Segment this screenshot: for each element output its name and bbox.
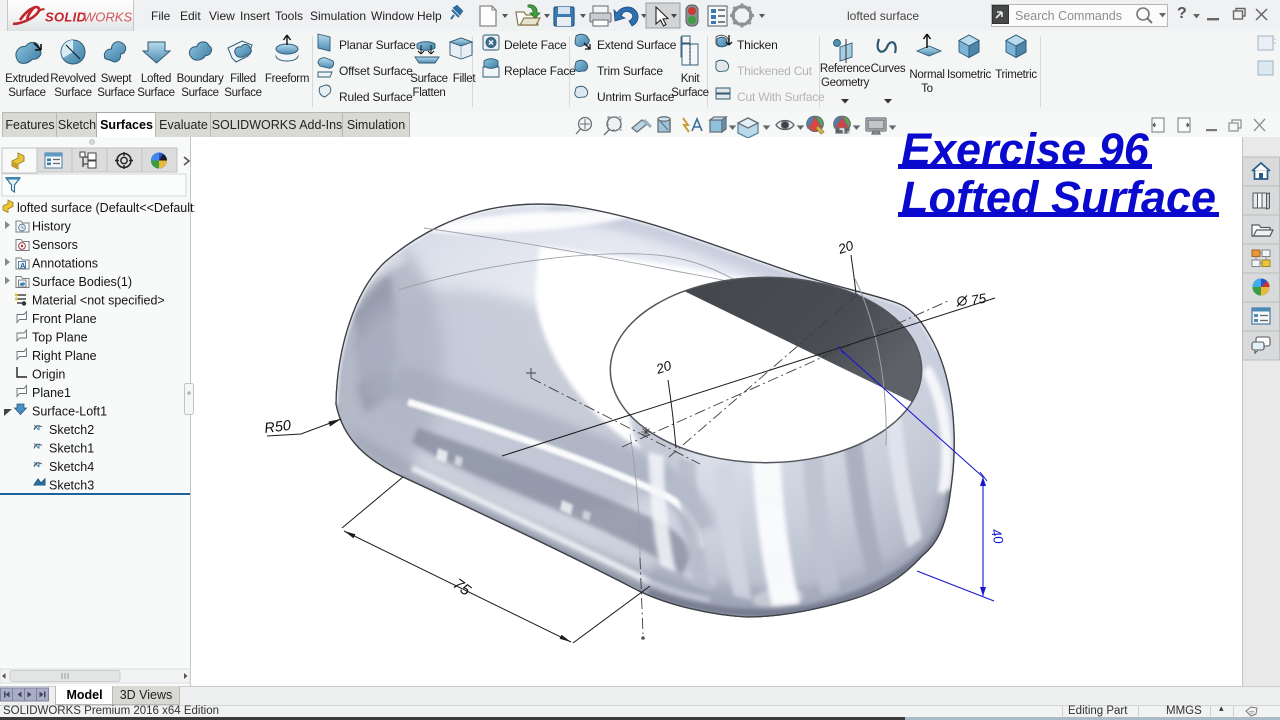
svg-text:Flatten: Flatten — [412, 87, 445, 99]
svg-text:Sketch2: Sketch2 — [49, 423, 94, 437]
svg-text:Surface: Surface — [410, 73, 448, 85]
svg-text:Geometry: Geometry — [821, 77, 870, 89]
svg-text:Surface: Surface — [224, 87, 262, 99]
svg-text:Sensors: Sensors — [32, 238, 78, 252]
svg-text:Front Plane: Front Plane — [32, 312, 97, 326]
svg-text:Extend Surface: Extend Surface — [597, 38, 677, 52]
svg-text:Trimetric: Trimetric — [995, 69, 1037, 81]
svg-text:Trim Surface: Trim Surface — [597, 64, 663, 78]
svg-text:Normal: Normal — [909, 69, 944, 81]
svg-text:A: A — [20, 261, 26, 270]
svg-text:Revolved: Revolved — [50, 73, 96, 85]
svg-text:Filled: Filled — [230, 73, 256, 85]
svg-text:Top Plane: Top Plane — [32, 331, 88, 345]
svg-text:Boundary: Boundary — [177, 73, 224, 85]
svg-text:Thicken: Thicken — [737, 38, 778, 52]
svg-text:Origin: Origin — [32, 368, 65, 382]
svg-text:Swept: Swept — [101, 73, 133, 85]
svg-text:Sketch3: Sketch3 — [49, 479, 94, 493]
svg-text:lofted surface (Default<<Defa: lofted surface (Default<<Default: — [17, 201, 195, 215]
svg-text:75: 75 — [970, 290, 988, 307]
svg-text:Surface: Surface — [137, 87, 175, 99]
svg-text:Curves: Curves — [871, 63, 906, 75]
svg-text:Thickened Cut: Thickened Cut — [737, 64, 813, 78]
svg-text:Annotations: Annotations — [32, 257, 98, 271]
svg-text:Extruded: Extruded — [5, 73, 49, 85]
svg-text:History: History — [32, 220, 72, 234]
svg-text:Reference: Reference — [820, 63, 870, 75]
svg-text:Right Plane: Right Plane — [32, 349, 97, 363]
svg-text:Sketch1: Sketch1 — [49, 442, 94, 456]
svg-text:Surface-Loft1: Surface-Loft1 — [32, 405, 107, 419]
svg-text:Fillet: Fillet — [453, 73, 477, 85]
svg-text:40: 40 — [988, 527, 1006, 546]
svg-text:75: 75 — [450, 575, 474, 599]
svg-text:WORKS: WORKS — [83, 10, 132, 25]
svg-text:Delete Face: Delete Face — [504, 38, 567, 52]
svg-text:Surface: Surface — [181, 87, 219, 99]
svg-text:Isometric: Isometric — [947, 69, 991, 81]
svg-text:R50: R50 — [264, 418, 292, 437]
svg-text:Replace Face: Replace Face — [504, 64, 576, 78]
svg-text:Ruled Surface: Ruled Surface — [339, 90, 413, 104]
svg-text:Surface: Surface — [671, 87, 709, 99]
svg-text:Planar Surface: Planar Surface — [339, 38, 416, 52]
svg-text:Surface: Surface — [8, 87, 46, 99]
svg-text:Surface: Surface — [54, 87, 92, 99]
svg-text:SOLID: SOLID — [45, 10, 87, 25]
svg-text:Sketch4: Sketch4 — [49, 460, 94, 474]
svg-text:20: 20 — [835, 238, 855, 257]
svg-text:Cut With Surface: Cut With Surface — [737, 90, 825, 104]
svg-text:Knit: Knit — [681, 73, 701, 85]
svg-text:Offset Surface: Offset Surface — [339, 64, 413, 78]
svg-text:To: To — [921, 83, 933, 95]
svg-text:Surface Bodies(1): Surface Bodies(1) — [32, 275, 132, 289]
svg-text:Material <not specified>: Material <not specified> — [32, 294, 165, 308]
svg-text:Plane1: Plane1 — [32, 386, 71, 400]
svg-text:Untrim Surface: Untrim Surface — [597, 90, 675, 104]
svg-text:Lofted: Lofted — [141, 73, 171, 85]
svg-text:Surface: Surface — [97, 87, 135, 99]
svg-text:Freeform: Freeform — [265, 73, 309, 85]
